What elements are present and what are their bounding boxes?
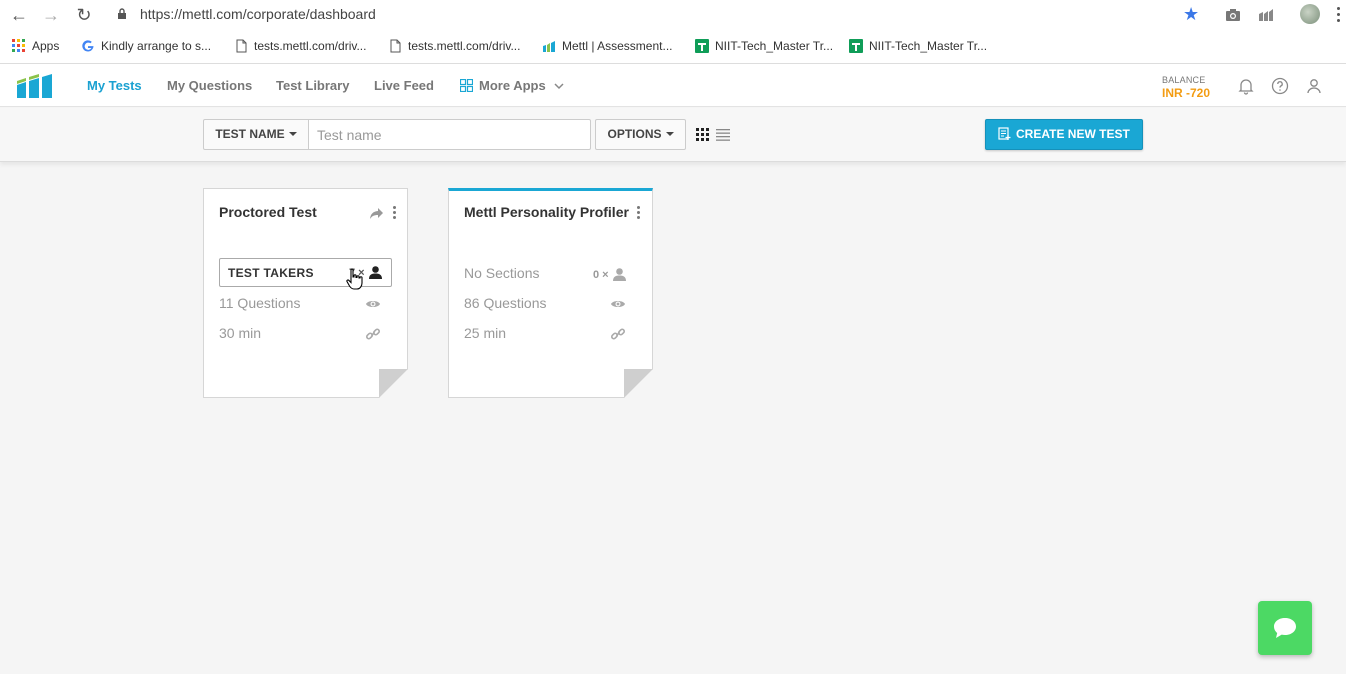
app-header: My Tests My Questions Test Library Live … bbox=[0, 64, 1346, 107]
chat-button[interactable] bbox=[1258, 601, 1312, 655]
apps-grid-icon bbox=[460, 79, 473, 92]
help-icon[interactable] bbox=[1271, 77, 1289, 95]
test-card-proctored[interactable]: Proctored Test TEST TAKERS 7 × 11 Questi… bbox=[203, 188, 408, 398]
card-menu-icon[interactable] bbox=[393, 206, 397, 220]
sheets-icon bbox=[695, 39, 709, 53]
nav-my-questions[interactable]: My Questions bbox=[167, 78, 252, 94]
grid-view-icon[interactable] bbox=[696, 128, 709, 141]
link-icon[interactable] bbox=[365, 327, 381, 341]
bookmark-star-icon[interactable]: ★ bbox=[1183, 4, 1199, 24]
nav-more-apps[interactable]: More Apps bbox=[460, 78, 564, 94]
balance-value: INR -720 bbox=[1162, 86, 1211, 100]
card-duration: 30 min bbox=[219, 325, 262, 341]
balance-label: BALANCE bbox=[1162, 75, 1206, 85]
card-questions: 86 Questions bbox=[464, 295, 547, 311]
person-icon bbox=[369, 266, 382, 279]
card-title[interactable]: Mettl Personality Profiler bbox=[464, 204, 629, 220]
bookmark-google[interactable]: Kindly arrange to s... bbox=[81, 38, 211, 56]
camera-icon[interactable] bbox=[1224, 6, 1242, 24]
share-icon[interactable] bbox=[369, 207, 384, 220]
bookmark-tests-2[interactable]: tests.mettl.com/driv... bbox=[388, 38, 520, 56]
card-questions: 11 Questions bbox=[219, 295, 301, 311]
mettl-extension-icon[interactable] bbox=[1257, 6, 1275, 24]
more-apps-label: More Apps bbox=[479, 78, 546, 93]
nav-test-library[interactable]: Test Library bbox=[276, 78, 349, 94]
nav-my-tests[interactable]: My Tests bbox=[87, 78, 142, 94]
address-bar[interactable]: https://mettl.com/corporate/dashboard bbox=[140, 5, 376, 23]
card-duration: 25 min bbox=[464, 325, 507, 341]
bookmark-tests-1[interactable]: tests.mettl.com/driv... bbox=[234, 38, 366, 56]
page-icon bbox=[390, 39, 401, 53]
person-icon[interactable] bbox=[612, 267, 627, 282]
browser-toolbar: ← → ↻ https://mettl.com/corporate/dashbo… bbox=[0, 0, 1346, 30]
test-takers-label: TEST TAKERS bbox=[228, 266, 314, 280]
card-title[interactable]: Proctored Test bbox=[219, 204, 317, 220]
reload-icon[interactable]: ↻ bbox=[73, 4, 95, 26]
mettl-icon bbox=[543, 41, 555, 52]
eye-icon[interactable] bbox=[610, 297, 626, 311]
bookmark-mettl[interactable]: Mettl | Assessment... bbox=[542, 38, 672, 56]
page-fold-corner bbox=[624, 369, 653, 398]
page-icon bbox=[236, 39, 247, 53]
chevron-down-icon bbox=[554, 83, 564, 90]
user-icon[interactable] bbox=[1305, 77, 1323, 95]
test-takers-button[interactable]: TEST TAKERS 7 × bbox=[219, 258, 392, 287]
test-card-personality-profiler[interactable]: Mettl Personality Profiler No Sections 0… bbox=[448, 188, 653, 398]
hand-cursor-icon bbox=[346, 268, 363, 290]
profile-avatar[interactable] bbox=[1300, 4, 1320, 24]
test-name-search-input[interactable] bbox=[308, 119, 591, 150]
link-icon[interactable] bbox=[610, 327, 626, 341]
new-document-icon bbox=[998, 127, 1011, 140]
caret-down-icon bbox=[288, 132, 297, 136]
bell-icon[interactable] bbox=[1237, 77, 1255, 95]
mettl-logo[interactable] bbox=[17, 72, 53, 98]
test-name-filter-button[interactable]: TEST NAME bbox=[203, 119, 309, 150]
list-view-icon[interactable] bbox=[716, 128, 730, 141]
apps-grid-icon bbox=[12, 39, 25, 52]
test-toolbar: TEST NAME OPTIONS CREATE NEW TEST bbox=[0, 108, 1346, 162]
eye-icon[interactable] bbox=[365, 297, 381, 311]
sheets-icon bbox=[849, 39, 863, 53]
bookmark-niit-1[interactable]: NIIT-Tech_Master Tr... bbox=[695, 38, 833, 56]
card-sections-count: 0 × bbox=[593, 269, 609, 281]
bookmarks-bar: Apps Kindly arrange to s... tests.mettl.… bbox=[0, 30, 1346, 64]
card-menu-icon[interactable] bbox=[637, 206, 641, 220]
nav-live-feed[interactable]: Live Feed bbox=[374, 78, 434, 94]
chat-bubble-icon bbox=[1274, 618, 1296, 638]
options-button[interactable]: OPTIONS bbox=[595, 119, 686, 150]
google-icon bbox=[82, 40, 94, 52]
create-new-test-button[interactable]: CREATE NEW TEST bbox=[985, 119, 1143, 150]
caret-down-icon bbox=[665, 132, 674, 136]
page-fold-corner bbox=[379, 369, 408, 398]
bookmark-apps[interactable]: Apps bbox=[12, 38, 59, 56]
forward-arrow-icon[interactable]: → bbox=[40, 4, 62, 26]
bookmark-niit-2[interactable]: NIIT-Tech_Master Tr... bbox=[849, 38, 987, 56]
card-sections: No Sections bbox=[464, 265, 540, 281]
browser-menu-icon[interactable] bbox=[1337, 7, 1341, 23]
back-arrow-icon[interactable]: ← bbox=[8, 4, 30, 26]
lock-icon bbox=[118, 8, 126, 19]
